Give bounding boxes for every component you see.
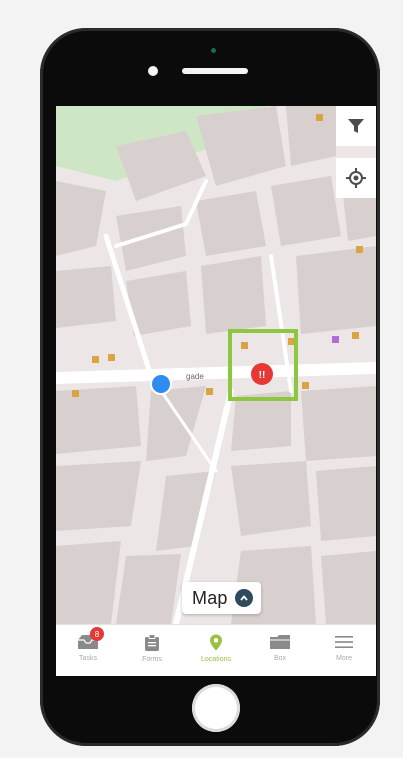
map-view[interactable]: gade !!: [56, 106, 376, 624]
chevron-up-icon: [234, 589, 253, 607]
map-chip-label: Map: [192, 587, 228, 608]
street-label: gade: [186, 372, 204, 381]
tab-forms[interactable]: Forms: [120, 625, 184, 676]
menu-icon: [335, 636, 353, 648]
tab-tasks-label: Tasks: [79, 655, 97, 662]
map-toggle-chip[interactable]: Map: [182, 582, 261, 614]
tab-more-label: More: [336, 655, 352, 662]
tab-locations-label: Locations: [201, 656, 231, 663]
folder-icon: [270, 635, 290, 649]
clipboard-icon: [145, 634, 159, 651]
proximity-sensor: [211, 48, 216, 53]
filter-button[interactable]: [336, 106, 376, 146]
tab-box[interactable]: Box: [248, 625, 312, 676]
filter-icon: [348, 119, 364, 133]
location-pin-icon: [210, 634, 222, 651]
earpiece-speaker: [182, 68, 248, 74]
marker-label: !!: [259, 370, 266, 381]
tasks-badge: 8: [90, 627, 104, 641]
location-marker[interactable]: !!: [251, 363, 273, 385]
home-button[interactable]: [192, 684, 240, 732]
front-camera: [148, 66, 158, 76]
tab-locations[interactable]: Locations: [184, 625, 248, 676]
bottom-tab-bar: 8 Tasks Forms Locations Box More: [56, 624, 376, 676]
user-location-dot: [150, 373, 172, 395]
tab-box-label: Box: [273, 655, 287, 662]
tab-tasks[interactable]: 8 Tasks: [56, 625, 120, 676]
tab-more[interactable]: More: [312, 625, 376, 676]
locate-me-button[interactable]: [336, 158, 376, 198]
app-screen: gade !! Map 8 Tasks Forms Locations Box …: [56, 106, 376, 676]
crosshair-icon: [346, 168, 366, 188]
tab-forms-label: Forms: [142, 656, 162, 663]
